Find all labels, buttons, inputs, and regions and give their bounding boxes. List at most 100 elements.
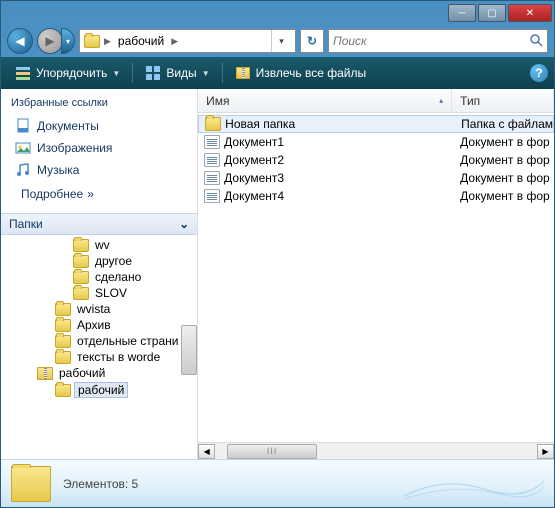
tree-node-label: wvista <box>74 302 113 316</box>
search-box[interactable] <box>328 29 548 53</box>
forward-button[interactable]: ▶ <box>37 28 63 54</box>
tree-node[interactable]: Архив <box>1 317 197 333</box>
details-pane: Элементов: 5 <box>1 459 554 507</box>
help-button[interactable]: ? <box>530 64 548 82</box>
address-dropdown[interactable]: ▾ <box>271 30 291 52</box>
close-button[interactable]: ✕ <box>508 4 552 22</box>
search-icon[interactable] <box>529 33 543 50</box>
file-row[interactable]: Документ4 Документ в фор <box>198 187 554 205</box>
extract-all-button[interactable]: Извлечь все файлы <box>227 62 374 84</box>
folder-icon <box>55 335 71 348</box>
tree-node-label: другое <box>92 254 135 268</box>
navigation-pane: Избранные ссылки Документы Изображения <box>1 89 198 459</box>
pictures-icon <box>15 140 31 156</box>
tree-node[interactable]: wv <box>1 237 197 253</box>
tree-node[interactable]: wvista <box>1 301 197 317</box>
folders-header-label: Папки <box>9 217 43 231</box>
toolbar-separator <box>132 63 133 83</box>
file-row[interactable]: Новая папкаПапка с файлам <box>198 115 554 133</box>
file-row[interactable]: Документ3Документ в фор <box>198 169 554 187</box>
file-name: Документ4 <box>224 189 284 203</box>
column-type[interactable]: Тип <box>452 89 554 112</box>
tree-node[interactable]: тексты в worde <box>1 349 197 365</box>
folder-icon <box>73 255 89 268</box>
favlink-label: Изображения <box>37 141 112 155</box>
folder-icon <box>73 271 89 284</box>
views-icon <box>145 65 161 81</box>
tree-node[interactable]: другое <box>1 253 197 269</box>
breadcrumb-item[interactable]: рабочий <box>115 33 167 49</box>
tree-node[interactable]: отдельные страни <box>1 333 197 349</box>
tree-node[interactable]: SLOV <box>1 285 197 301</box>
tree-node-label: тексты в worde <box>74 350 163 364</box>
column-name-label: Имя <box>206 94 229 108</box>
folders-header[interactable]: Папки ⌄ <box>1 213 197 235</box>
favlink-pictures[interactable]: Изображения <box>11 137 187 159</box>
tree-node-label: рабочий <box>56 366 108 380</box>
file-name: Документ2 <box>224 153 284 167</box>
more-label: Подробнее <box>21 187 83 201</box>
content-area: Избранные ссылки Документы Изображения <box>1 89 554 459</box>
tree-node-label: сделано <box>92 270 144 284</box>
minimize-button[interactable]: ─ <box>448 4 476 22</box>
folder-icon <box>55 351 71 364</box>
favlink-music[interactable]: Музыка <box>11 159 187 181</box>
more-link[interactable]: Подробнее » <box>11 181 187 205</box>
chevron-right-icon: » <box>87 187 94 201</box>
scroll-left-button[interactable]: ◀ <box>198 444 215 459</box>
document-icon <box>204 153 220 167</box>
folder-tree: wv другое сделаноSLOVwvistaАрхивотдельные … <box>1 235 197 459</box>
organize-button[interactable]: Упорядочить ▼ <box>7 62 128 84</box>
address-bar[interactable]: ▶ рабочий ▶ ▾ <box>79 29 296 53</box>
nav-bar: ◀ ▶ ▾ ▶ рабочий ▶ ▾ ↻ <box>1 25 554 57</box>
horizontal-scrollbar: ◀ III ▶ <box>198 442 554 459</box>
maximize-button[interactable]: ▢ <box>478 4 506 22</box>
tree-node[interactable]: рабочий <box>1 381 197 399</box>
favorite-links: Избранные ссылки Документы Изображения <box>1 89 197 213</box>
scrollbar-thumb[interactable]: III <box>227 444 317 459</box>
file-list-pane: Имя ▴ Тип Новая папкаПапка с файламДокум… <box>198 89 554 459</box>
folder-icon <box>55 319 71 332</box>
file-row[interactable]: Документ1Документ в фор <box>198 133 554 151</box>
organize-label: Упорядочить <box>36 66 107 80</box>
back-button[interactable]: ◀ <box>7 28 33 54</box>
toolbar-separator <box>222 63 223 83</box>
command-bar: Упорядочить ▼ Виды ▼ Извлечь все файлы ? <box>1 57 554 89</box>
search-input[interactable] <box>333 34 529 48</box>
favlink-documents[interactable]: Документы <box>11 115 187 137</box>
organize-icon <box>15 65 31 81</box>
favlink-label: Музыка <box>37 163 79 177</box>
document-icon <box>204 189 220 203</box>
breadcrumb-sep-icon: ▶ <box>104 36 111 47</box>
tree-scrollbar-thumb[interactable] <box>181 325 197 375</box>
folder-icon <box>84 35 100 48</box>
folder-icon <box>73 287 89 300</box>
folder-icon <box>11 466 51 502</box>
refresh-button[interactable]: ↻ <box>300 29 324 53</box>
nav-history-dropdown[interactable]: ▾ <box>61 28 75 54</box>
views-button[interactable]: Виды ▼ <box>137 62 217 84</box>
column-headers: Имя ▴ Тип <box>198 89 554 113</box>
tree-node-label: рабочий <box>74 382 128 398</box>
document-icon <box>204 135 220 149</box>
tree-node-label: wv <box>92 238 113 252</box>
favlink-label: Документы <box>37 119 99 133</box>
file-type: Документ в фор <box>452 171 554 185</box>
scroll-right-button[interactable]: ▶ <box>537 444 554 459</box>
column-type-label: Тип <box>460 94 480 108</box>
file-type: Документ в фор <box>452 135 554 149</box>
tree-node[interactable]: рабочий <box>1 365 197 381</box>
tree-node[interactable]: сделано <box>1 269 197 285</box>
decorative-wave <box>404 471 544 501</box>
music-icon <box>15 162 31 178</box>
file-type: Документ в фор <box>452 153 554 167</box>
document-icon <box>204 171 220 185</box>
column-name[interactable]: Имя ▴ <box>198 89 452 112</box>
file-row[interactable]: Документ2 Документ в фор <box>198 151 554 169</box>
chevron-down-icon: ⌄ <box>179 217 189 231</box>
file-list[interactable]: Новая папкаПапка с файламДокумент1Докуме… <box>198 113 554 442</box>
folder-icon <box>55 384 71 397</box>
chevron-down-icon: ▼ <box>112 69 120 78</box>
file-type: Документ в фор <box>452 189 554 203</box>
titlebar: ─ ▢ ✕ <box>1 1 554 25</box>
